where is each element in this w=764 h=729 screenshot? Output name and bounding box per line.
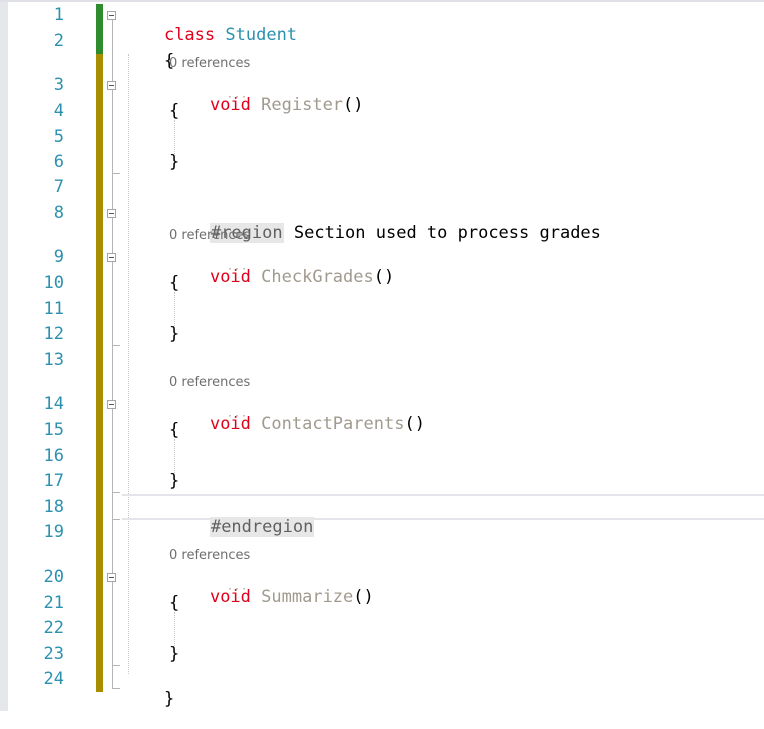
line-number: 14 xyxy=(43,394,64,414)
code-line[interactable]: } xyxy=(169,471,179,491)
collapse-checkgrades-icon[interactable] xyxy=(107,253,116,262)
code-line[interactable]: class Student xyxy=(123,5,297,45)
close-brace: } xyxy=(169,324,180,344)
open-brace: { xyxy=(169,420,180,440)
method-name-register[interactable]: Register xyxy=(261,95,343,115)
suggestion-dots-icon[interactable]: ··· xyxy=(227,93,248,103)
endregion-directive: #endregion xyxy=(209,517,315,537)
code-line[interactable]: #endregion xyxy=(169,497,315,537)
method-name-contactparents[interactable]: ContactParents xyxy=(261,414,404,434)
outline-guide-end xyxy=(112,519,120,520)
line-number: 21 xyxy=(43,593,64,613)
outline-guide-end xyxy=(112,492,120,493)
suggestion-dots-icon[interactable]: ··· xyxy=(227,585,248,595)
close-brace: } xyxy=(163,689,175,709)
code-line[interactable]: void CheckGrades() xyxy=(169,247,394,287)
close-brace: } xyxy=(169,471,180,491)
open-brace: { xyxy=(169,273,180,293)
line-number: 17 xyxy=(43,471,64,491)
line-number: 3 xyxy=(53,75,64,95)
outline-guide-end xyxy=(112,688,120,689)
line-number: 16 xyxy=(43,446,64,466)
editor-top-border xyxy=(0,0,764,2)
open-brace: { xyxy=(169,101,180,121)
indent-guide xyxy=(128,54,129,674)
line-number: 22 xyxy=(43,618,64,638)
codelens-references[interactable]: 0 references xyxy=(169,375,250,391)
line-number: 8 xyxy=(53,203,64,223)
line-number: 24 xyxy=(43,669,64,689)
line-number: 2 xyxy=(53,31,64,51)
line-number: 18 xyxy=(43,497,64,517)
method-parens: () xyxy=(353,587,374,607)
line-number: 7 xyxy=(53,177,64,197)
collapse-register-icon[interactable] xyxy=(107,81,116,90)
line-number: 4 xyxy=(53,101,64,121)
code-line[interactable]: void Register() xyxy=(169,75,364,115)
code-line[interactable]: { xyxy=(169,420,179,440)
close-brace: } xyxy=(169,644,180,664)
outline-guide xyxy=(112,20,113,688)
line-number: 20 xyxy=(43,567,64,587)
line-number: 1 xyxy=(53,5,64,25)
line-number: 15 xyxy=(43,420,64,440)
region-label: Section used to process grades xyxy=(293,223,601,243)
method-parens: () xyxy=(404,414,425,434)
method-name-summarize[interactable]: Summarize xyxy=(261,587,353,607)
line-number: 5 xyxy=(53,127,64,147)
collapse-contactparents-icon[interactable] xyxy=(107,400,116,409)
code-line[interactable]: } xyxy=(123,669,174,709)
collapse-region-icon[interactable] xyxy=(107,209,116,218)
line-number: 6 xyxy=(53,152,64,172)
code-line[interactable]: void Summarize() xyxy=(169,567,374,607)
method-parens: () xyxy=(343,95,364,115)
outline-guide-end xyxy=(112,665,120,666)
line-number: 13 xyxy=(43,350,64,370)
suggestion-dots-icon[interactable]: ··· xyxy=(227,265,248,275)
line-number: 12 xyxy=(43,324,64,344)
codelens-references[interactable]: 0 references xyxy=(169,228,250,244)
outline-guide-end xyxy=(112,345,120,346)
codelens-references[interactable]: 0 references xyxy=(169,56,250,72)
line-number: 10 xyxy=(43,273,64,293)
code-editor[interactable]: 1 2 3 4 5 6 7 8 9 10 11 12 13 14 15 16 1… xyxy=(0,0,764,711)
saved-change-bar xyxy=(96,4,103,54)
line-number: 9 xyxy=(53,247,64,267)
line-number: 11 xyxy=(43,299,64,319)
outline-guide-end xyxy=(112,173,120,174)
open-brace: { xyxy=(169,593,180,613)
line-number: 19 xyxy=(43,522,64,542)
suggestion-dots-icon[interactable]: ··· xyxy=(227,412,248,422)
collapse-summarize-icon[interactable] xyxy=(107,573,116,582)
code-line[interactable]: } xyxy=(169,644,179,664)
code-line[interactable]: } xyxy=(169,152,179,172)
code-line[interactable]: } xyxy=(169,324,179,344)
collapse-class-icon[interactable] xyxy=(107,11,116,20)
unsaved-change-bar xyxy=(96,54,103,692)
code-line[interactable]: { xyxy=(123,31,174,71)
code-line[interactable]: void ContactParents() xyxy=(169,394,425,434)
code-line[interactable]: #region Section used to process grades xyxy=(169,203,601,243)
code-line[interactable]: { xyxy=(169,101,179,121)
code-line[interactable]: { xyxy=(169,593,179,613)
code-line[interactable]: { xyxy=(169,273,179,293)
method-name-checkgrades[interactable]: CheckGrades xyxy=(261,267,374,287)
line-number: 23 xyxy=(43,644,64,664)
class-name[interactable]: Student xyxy=(225,25,297,45)
close-brace: } xyxy=(169,152,180,172)
codelens-references[interactable]: 0 references xyxy=(169,548,250,564)
method-parens: () xyxy=(373,267,395,287)
editor-margin xyxy=(0,0,8,711)
